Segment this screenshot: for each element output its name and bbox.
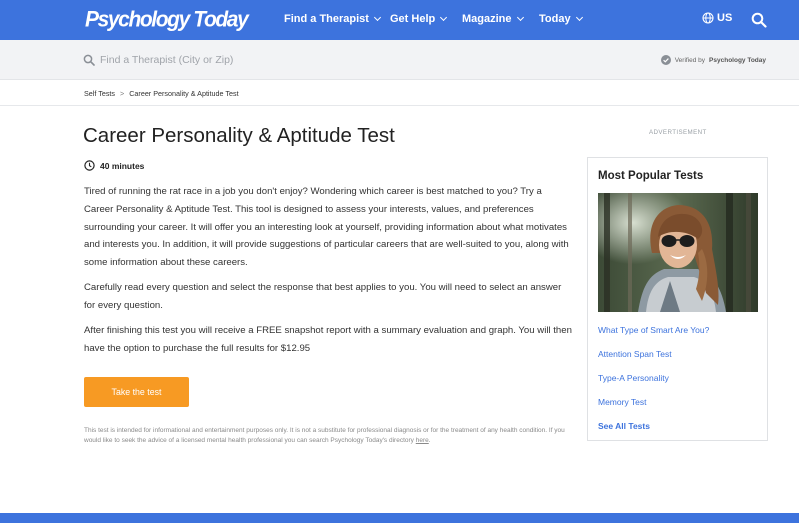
divider <box>0 105 799 106</box>
link-type-a-personality[interactable]: Type-A Personality <box>598 373 669 383</box>
breadcrumb-current: Career Personality & Aptitude Test <box>129 89 239 98</box>
advertisement-label: ADVERTISEMENT <box>649 129 707 136</box>
disclaimer-body: This test is intended for informational … <box>84 427 565 444</box>
take-the-test-button[interactable]: Take the test <box>84 377 189 407</box>
chevron-down-icon <box>575 13 583 22</box>
breadcrumb: Self Tests > Career Personality & Aptitude… <box>84 89 239 98</box>
chevron-down-icon <box>440 13 448 22</box>
disclaimer-end: . <box>428 436 431 444</box>
footer-bar <box>0 513 799 523</box>
nav-find-a-therapist[interactable]: Find a Therapist <box>284 13 382 25</box>
region-label: US <box>717 12 733 24</box>
smiling-woman-photo[interactable] <box>598 193 758 312</box>
psychology-today-logo[interactable]: Psychology Today <box>85 7 249 32</box>
nav-find-a-therapist-label: Find a Therapist <box>284 13 369 25</box>
most-popular-tests-heading: Most Popular Tests <box>598 170 704 182</box>
link-what-type-of-smart[interactable]: What Type of Smart Are You? <box>598 325 709 335</box>
nav-today-label: Today <box>539 13 571 25</box>
link-see-all-tests[interactable]: See All Tests <box>598 421 650 431</box>
breadcrumb-self-tests[interactable]: Self Tests <box>84 89 115 98</box>
search-icon <box>83 54 95 66</box>
clock-icon <box>84 160 95 171</box>
checkmark-circle-icon <box>660 55 671 65</box>
nav-get-help[interactable]: Get Help <box>390 13 448 25</box>
nav-today[interactable]: Today <box>539 13 583 25</box>
verified-prefix: Verified by <box>674 56 706 64</box>
nav-magazine[interactable]: Magazine <box>462 13 524 25</box>
nav-get-help-label: Get Help <box>390 13 436 25</box>
search-icon[interactable] <box>751 12 767 28</box>
intro-paragraph: Tired of running the rat race in a job y… <box>84 186 569 269</box>
nav-magazine-label: Magazine <box>462 13 512 25</box>
chevron-down-icon <box>373 13 382 22</box>
globe-icon <box>702 12 714 24</box>
link-attention-span-test[interactable]: Attention Span Test <box>598 349 672 359</box>
page-title: Career Personality & Aptitude Test <box>83 124 395 147</box>
link-memory-test[interactable]: Memory Test <box>598 397 647 407</box>
verified-badge: Verified by Psychology Today <box>660 55 766 65</box>
region-selector[interactable]: US <box>702 12 732 24</box>
test-duration: 40 minutes <box>84 160 144 171</box>
most-popular-tests-panel: Most Popular Tests What Type of Smart Ar… <box>587 157 768 441</box>
breadcrumb-separator: > <box>120 89 125 98</box>
verified-by-name: Psychology Today <box>709 56 766 64</box>
chevron-down-icon <box>516 13 524 22</box>
disclaimer-text: This test is intended for informational … <box>84 426 574 445</box>
instructions-paragraph: Carefully read every question and select… <box>84 282 562 311</box>
therapist-search-bar: Verified by Psychology Today <box>0 40 799 80</box>
report-info-paragraph: After finishing this test you will recei… <box>84 325 572 354</box>
duration-label: 40 minutes <box>100 160 145 171</box>
disclaimer-here-link[interactable]: here <box>416 437 429 444</box>
therapist-search-input[interactable] <box>100 51 400 69</box>
top-navigation-bar: Psychology Today Find a Therapist Get He… <box>0 0 799 40</box>
